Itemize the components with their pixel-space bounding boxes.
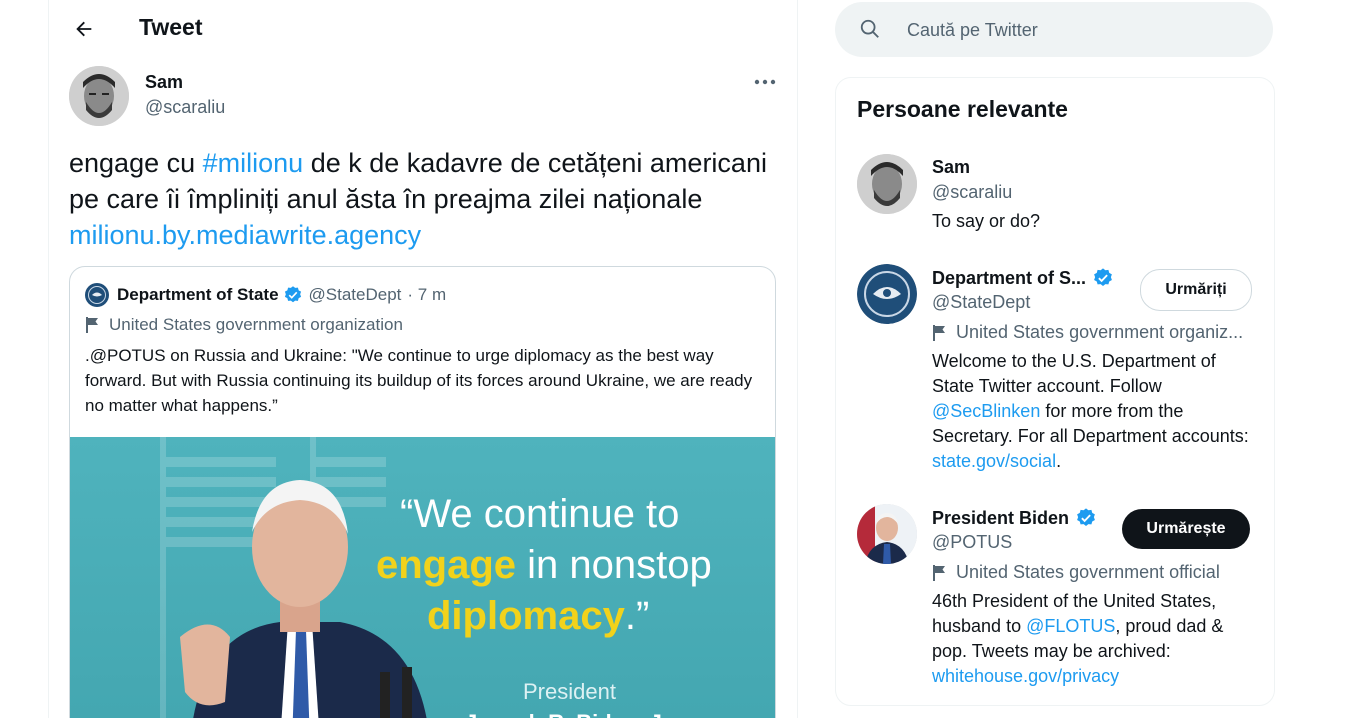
bio-text-3: . bbox=[1056, 451, 1062, 471]
search-input[interactable] bbox=[905, 2, 1249, 59]
quote-highlight-diplomacy: diplomacy bbox=[427, 594, 625, 638]
person-name[interactable]: Sam bbox=[932, 157, 970, 178]
person-avatar[interactable] bbox=[857, 154, 917, 214]
quote-line-2: engage in nonstop bbox=[376, 543, 712, 588]
person-name-text[interactable]: President Biden bbox=[932, 508, 1069, 529]
flag-icon bbox=[86, 317, 98, 333]
main-column: Tweet Sam @scaraliu engage cu #milionu d… bbox=[48, 0, 798, 718]
arrow-left-icon bbox=[76, 21, 92, 37]
bio-link-whitehouse[interactable]: whitehouse.gov/privacy bbox=[932, 666, 1119, 686]
person-handle[interactable]: @POTUS bbox=[932, 532, 1012, 553]
search-box[interactable] bbox=[835, 2, 1273, 59]
quoted-gov-label-text: United States government organization bbox=[109, 315, 403, 334]
person-name[interactable]: Department of S... bbox=[932, 267, 1114, 289]
verified-badge-icon bbox=[284, 286, 301, 303]
verified-badge-icon bbox=[1094, 268, 1112, 286]
person-bio: To say or do? bbox=[932, 211, 1041, 231]
person-bio: 46th President of the United States, hus… bbox=[932, 589, 1252, 689]
quoted-gov-label: United States government organization bbox=[85, 315, 403, 335]
quote-line-1: “We continue to bbox=[400, 492, 680, 536]
more-horizontal-icon bbox=[754, 79, 776, 85]
person-card-sam[interactable]: Sam @scaraliu To say or do? bbox=[857, 154, 1257, 244]
quoted-author-handle[interactable]: @StateDept bbox=[309, 285, 402, 305]
person-gov-label: United States government organiz... bbox=[932, 322, 1243, 343]
author-avatar[interactable] bbox=[69, 66, 129, 126]
person-name-text[interactable]: Department of S... bbox=[932, 268, 1086, 289]
person-bio: Welcome to the U.S. Department of State … bbox=[932, 349, 1252, 474]
tweet-url-link[interactable]: milionu.by.mediawrite.agency bbox=[69, 220, 421, 250]
tweet-text-part1: engage cu bbox=[69, 148, 203, 178]
author-name[interactable]: Sam bbox=[145, 72, 183, 93]
person-name[interactable]: President Biden bbox=[932, 507, 1097, 529]
panel-title: Persoane relevante bbox=[857, 96, 1068, 122]
state-dept-avatar[interactable] bbox=[85, 283, 109, 307]
president-photo bbox=[180, 480, 427, 718]
quoted-tweet-header: Department of State @StateDept · 7 m bbox=[85, 283, 446, 307]
quote-highlight-engage: engage bbox=[376, 543, 517, 587]
page-title: Tweet bbox=[139, 14, 203, 40]
person-gov-label-text: United States government official bbox=[956, 562, 1220, 582]
tweet-text: engage cu #milionu de k de kadavre de ce… bbox=[69, 145, 769, 253]
quoted-tweet-text: .@POTUS on Russia and Ukraine: "We conti… bbox=[85, 346, 753, 415]
quote-caption-2: Joseph R. Biden, Jr. bbox=[465, 710, 675, 718]
search-icon bbox=[860, 19, 879, 38]
bio-text-1: Welcome to the U.S. Department of State … bbox=[932, 351, 1216, 396]
relevant-people-panel: Persoane relevante Sam @scaraliu To say … bbox=[835, 77, 1275, 706]
follow-button-potus[interactable]: Urmărește bbox=[1122, 509, 1250, 549]
person-gov-label: United States government official bbox=[932, 562, 1220, 583]
quote-caption-1: President bbox=[523, 679, 616, 704]
person-gov-label-text: United States government organiz... bbox=[956, 322, 1244, 342]
author-handle[interactable]: @scaraliu bbox=[145, 97, 225, 118]
quoted-author-name[interactable]: Department of State bbox=[117, 285, 279, 305]
bio-link-flotus[interactable]: @FLOTUS bbox=[1026, 616, 1115, 636]
quote-line-2-rest: in nonstop bbox=[516, 543, 712, 587]
person-avatar[interactable] bbox=[857, 264, 917, 324]
person-handle[interactable]: @StateDept bbox=[932, 292, 1030, 313]
flag-icon bbox=[933, 564, 945, 581]
bio-link-state-gov[interactable]: state.gov/social bbox=[932, 451, 1056, 471]
quote-line-3-rest: .” bbox=[624, 594, 650, 638]
follow-button-statedept[interactable]: Urmăriți bbox=[1140, 269, 1252, 311]
quoted-tweet[interactable]: Department of State @StateDept · 7 m Uni… bbox=[69, 266, 776, 718]
hashtag-link[interactable]: #milionu bbox=[203, 148, 304, 178]
bio-link-secblinken[interactable]: @SecBlinken bbox=[932, 401, 1040, 421]
person-avatar[interactable] bbox=[857, 504, 917, 564]
flag-icon bbox=[933, 324, 945, 341]
quoted-tweet-image[interactable]: “We continue to engage in nonstop diplom… bbox=[70, 437, 775, 718]
more-options-button[interactable] bbox=[747, 68, 783, 96]
person-handle[interactable]: @scaraliu bbox=[932, 182, 1012, 203]
back-button[interactable] bbox=[67, 12, 101, 46]
quoted-tweet-time[interactable]: · 7 m bbox=[407, 285, 446, 305]
verified-badge-icon bbox=[1077, 508, 1095, 526]
quote-line-3: diplomacy.” bbox=[427, 594, 649, 639]
